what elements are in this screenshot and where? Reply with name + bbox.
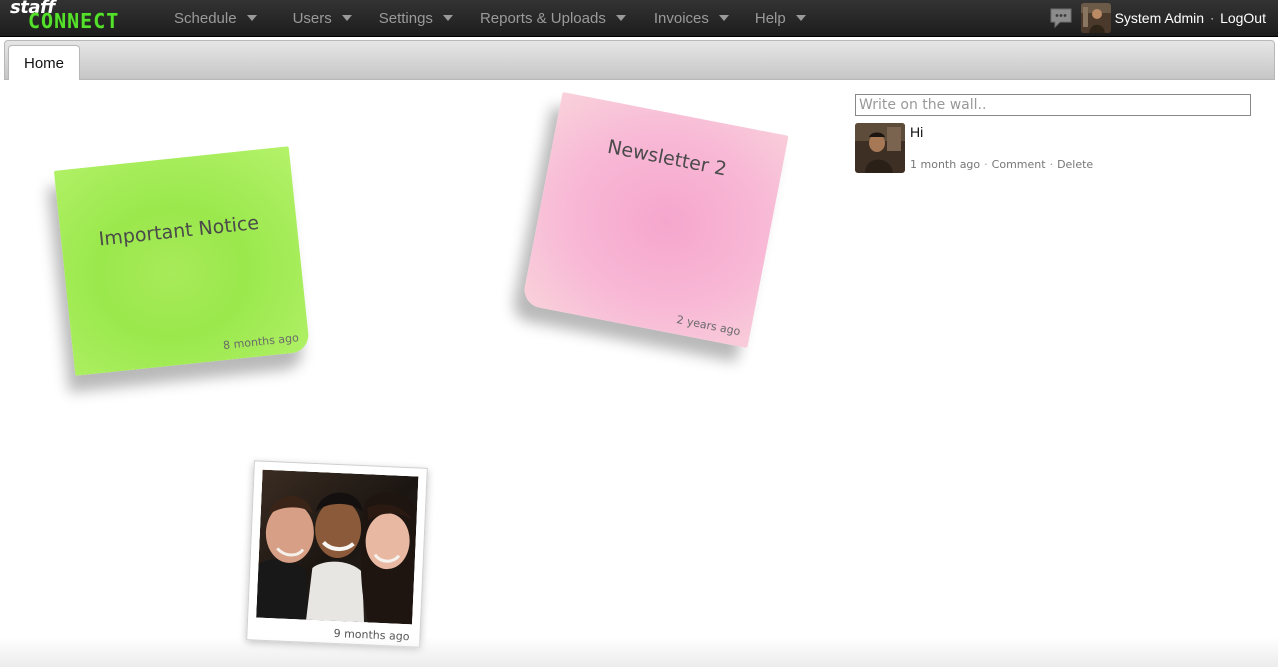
top-navbar: staff CONNECT Schedule Users Settings Re… [0, 0, 1278, 37]
caret-down-icon [718, 15, 729, 21]
tab-home-label: Home [23, 54, 64, 72]
post-author-avatar[interactable] [855, 123, 905, 173]
post-meta: 1 month ago · Comment · Delete [910, 158, 1093, 171]
tab-bar: Home [4, 40, 1275, 80]
user-avatar[interactable] [1080, 3, 1111, 33]
menu-settings[interactable]: Settings [379, 0, 453, 36]
menu-reports-label: Reports & Uploads [479, 9, 606, 27]
note-title: Important Notice [97, 211, 261, 251]
post-timestamp: 1 month ago [910, 158, 981, 171]
menu-help[interactable]: Help [755, 0, 806, 36]
tab-home[interactable]: Home [8, 45, 80, 80]
staffconnect-logo[interactable]: staff CONNECT [8, 0, 148, 36]
wall-post: Hi 1 month ago · Comment · Delete [855, 123, 1255, 175]
user-name-link[interactable]: System Admin [1115, 10, 1204, 26]
bottom-fade [0, 637, 1278, 667]
separator-dot: · [1049, 158, 1054, 171]
photo-timestamp: 9 months ago [333, 626, 410, 644]
separator-dot: · [984, 158, 988, 171]
comment-link[interactable]: Comment [992, 158, 1046, 171]
menu-invoices-label: Invoices [653, 9, 709, 27]
group-photo [256, 469, 419, 625]
menu-reports-uploads[interactable]: Reports & Uploads [480, 0, 626, 36]
menu-users[interactable]: Users [293, 0, 352, 36]
delete-link[interactable]: Delete [1057, 158, 1093, 171]
photo-card[interactable]: 9 months ago [246, 460, 428, 648]
sticky-note-important-notice[interactable]: Important Notice 8 months ago [53, 146, 311, 376]
note-title: Newsletter 2 [605, 135, 729, 181]
user-area: System Admin · LogOut [1049, 0, 1266, 36]
logout-link[interactable]: LogOut [1220, 10, 1266, 26]
caret-down-icon [341, 15, 352, 21]
menu-schedule-label: Schedule [174, 9, 237, 27]
caret-down-icon [246, 15, 257, 21]
menu-users-label: Users [292, 9, 332, 27]
wall-post-input[interactable] [855, 94, 1251, 116]
menu-invoices[interactable]: Invoices [654, 0, 729, 36]
main-menu: Schedule Users Settings Reports & Upload… [162, 0, 806, 36]
menu-settings-label: Settings [378, 9, 433, 27]
note-timestamp: 2 years ago [675, 313, 742, 339]
sticky-note-newsletter-2[interactable]: Newsletter 2 2 years ago [521, 92, 789, 348]
caret-down-icon [795, 15, 806, 21]
post-message: Hi [910, 124, 924, 140]
caret-down-icon [615, 15, 626, 21]
chat-bubble-icon[interactable] [1049, 7, 1073, 29]
menu-schedule[interactable]: Schedule [174, 0, 257, 36]
logo-text-connect: CONNECT [28, 9, 120, 33]
menu-help-label: Help [754, 9, 786, 27]
caret-down-icon [442, 15, 453, 21]
separator-dot: · [1210, 11, 1215, 25]
note-timestamp: 8 months ago [222, 331, 300, 353]
